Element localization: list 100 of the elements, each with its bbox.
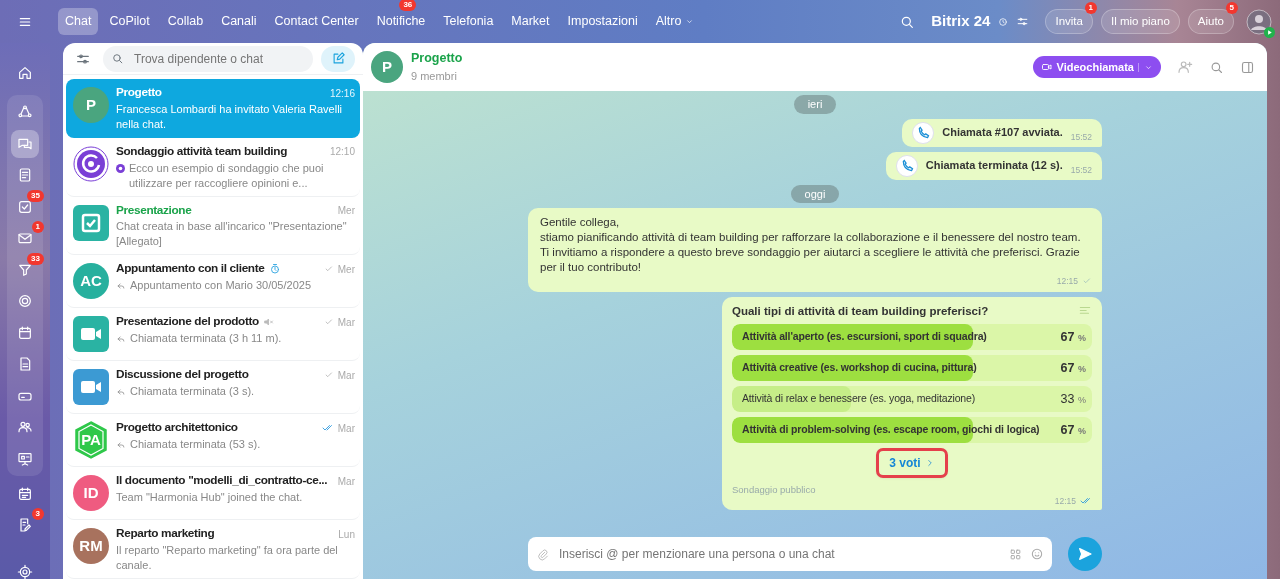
- date-separator: ieri: [793, 95, 837, 114]
- phone-icon: [912, 121, 935, 144]
- file-icon: [17, 356, 33, 372]
- message-text: Chiamata #107 avviata.: [942, 125, 1063, 141]
- chat-title: Presentazione del prodotto: [116, 313, 259, 331]
- nav-tab[interactable]: Canali: [214, 8, 264, 35]
- nav-tab[interactable]: CoPilot: [102, 8, 157, 35]
- chat-list-item[interactable]: AC Appuntamento con il cliente Mer Appuntamento con Mario 30/05/2025: [66, 255, 360, 309]
- chat-preview: Chiamata terminata (3 s).: [130, 384, 255, 399]
- message-text: Gentile collega,: [540, 215, 621, 230]
- message-text: Chiamata terminata (12 s).: [925, 158, 1063, 174]
- message-input[interactable]: Inserisci @ per menzionare una persona o una chat: [528, 537, 1052, 571]
- page-icon: [17, 167, 33, 183]
- nodes-icon: [17, 104, 33, 120]
- chat-preview: Chat creata in base all'incarico "Presentazione" [Allegato]: [116, 219, 348, 250]
- compose-icon: [330, 51, 346, 67]
- chat-time: Lun: [338, 527, 355, 542]
- search-input[interactable]: Trova dipendente o chat: [132, 45, 305, 72]
- chat-list-item[interactable]: Discussione del progetto Mar Chiamata terminata (3 s).: [66, 361, 360, 415]
- nav-tab[interactable]: Collab: [160, 8, 211, 35]
- count-badge: 1: [31, 221, 44, 233]
- message-text: stiamo pianificando attività di team building per rafforzare la collaborazione e il benessere del nostro team. Ti invitiamo a rispondere a questo breve sondaggio per aiutarci a scegliere le attività che preferisci. Grazie per il tuo contributo!: [540, 230, 1082, 275]
- count-badge: 35: [27, 189, 44, 202]
- chat-preview: Il reparto "Reparto marketing" fa ora parte del canale.: [116, 543, 339, 573]
- chat-title: Sondaggio attività team building: [116, 142, 287, 160]
- avatar: P: [371, 51, 403, 83]
- avatar: ID: [73, 475, 109, 512]
- chat-title: Il documento "modelli_di_contratto-ce...: [116, 472, 328, 490]
- message-input-field[interactable]: Inserisci @ per menzionare una persona o una chat: [557, 537, 1001, 571]
- chat-list-item[interactable]: PA Progetto architettonico Mar Chiamata terminata (53 s).: [66, 414, 360, 468]
- option-percent: 67 %: [1059, 328, 1087, 346]
- option-percent: 33 %: [1059, 390, 1087, 408]
- avatar-initials: PA: [81, 430, 101, 451]
- add-user-icon[interactable]: [1177, 59, 1193, 75]
- chat-title[interactable]: Progetto: [411, 49, 463, 69]
- option-label: Attività di relax e benessere (es. yoga, meditazione): [741, 391, 977, 407]
- sidebar-icon[interactable]: [1240, 59, 1255, 75]
- nav-tab[interactable]: Altro: [648, 8, 701, 35]
- chat-preview: Francesca Lombardi ha invitato Valeria Ravelli nella chat.: [116, 101, 343, 132]
- chat-list-item[interactable]: Sondaggio attività team building 12:10 Ecco un esempio di sondaggio che puoi utilizzare per raccogliere opinioni e...: [66, 137, 360, 197]
- calendar-icon: [17, 324, 33, 341]
- poll-type: Sondaggio pubblico: [732, 483, 816, 497]
- chat-list-item[interactable]: Presentazione Mer Chat creata in base all'incarico "Presentazione" [Allegato]: [66, 196, 360, 256]
- chat-list-item[interactable]: ID Il documento "modelli_di_contratto-ce... Mar Team "Harmonia Hub" joined the chat.: [66, 467, 360, 521]
- emoji-icon[interactable]: [1030, 547, 1044, 561]
- presentation-icon: [17, 450, 33, 467]
- message-time: 15:52: [1070, 163, 1092, 177]
- count-badge: 33: [27, 252, 44, 265]
- chat-preview: Team "Harmonia Hub" joined the chat.: [116, 490, 303, 505]
- message-time: 12:15: [1054, 494, 1076, 508]
- avatar: AC: [73, 263, 109, 300]
- search-field[interactable]: Trova dipendente o chat: [103, 45, 313, 72]
- chat-list-item[interactable]: RM Reparto marketing Lun Il reparto "Reparto marketing" fa ora parte del canale.: [66, 520, 360, 579]
- video-call-button[interactable]: Videochiamata: [1032, 55, 1161, 79]
- avatar: RM: [73, 528, 109, 565]
- chat-title: Progetto architettonico: [116, 419, 238, 437]
- avatar-icon[interactable]: [1246, 8, 1272, 35]
- schedule-icon: [17, 485, 33, 502]
- votes-link[interactable]: 3 voti: [879, 451, 945, 475]
- chat-title: Appuntamento con il cliente: [116, 260, 265, 278]
- date-separator: oggi: [790, 184, 840, 203]
- ring-icon: [17, 293, 33, 309]
- mail-icon: [17, 230, 33, 246]
- paperclip-icon: [536, 547, 549, 561]
- search-icon: [111, 52, 124, 66]
- message-time: 15:52: [1070, 130, 1092, 144]
- home-icon: [17, 65, 33, 81]
- chat-time: 12:16: [329, 86, 355, 101]
- camera-icon: [1040, 61, 1053, 73]
- member-count: 9 membri: [411, 69, 458, 85]
- chat-title: Presentazione: [116, 201, 192, 219]
- option-percent: 67 %: [1059, 359, 1087, 377]
- nav-tab[interactable]: Impostazioni: [560, 8, 645, 35]
- nav-tab[interactable]: Telefonia: [436, 8, 501, 35]
- nav-tab[interactable]: Market: [504, 8, 557, 35]
- chat-preview: Chiamata terminata (53 s).: [130, 437, 261, 452]
- nav-tab[interactable]: Contact Center: [267, 8, 366, 35]
- brand-logo[interactable]: Bitrix 24: [931, 10, 991, 33]
- poll-question: Quali tipi di attività di team building preferisci?: [732, 303, 989, 319]
- poll-option[interactable]: Attività di problem-solving (es. escape room, giochi di logica) 67 %: [732, 417, 1092, 443]
- send-button[interactable]: [1068, 537, 1102, 571]
- count-badge: 36: [399, 0, 417, 12]
- option-percent: 67 %: [1059, 421, 1087, 439]
- grid-icon[interactable]: [1009, 547, 1022, 561]
- people-icon: [17, 419, 33, 435]
- sidebar-item[interactable]: [11, 129, 39, 158]
- count-badge: 5: [1225, 1, 1238, 14]
- sliders-icon[interactable]: [1016, 15, 1030, 28]
- nav-tab[interactable]: Chat: [58, 8, 99, 35]
- poll-option[interactable]: Attività di relax e benessere (es. yoga, meditazione) 33 %: [732, 386, 1092, 412]
- task-icon: [17, 198, 33, 215]
- chat-time: Mar: [337, 315, 355, 330]
- new-chat-button[interactable]: [321, 45, 355, 72]
- chat-time: Mar: [337, 421, 355, 436]
- chat-list-item[interactable]: Presentazione del prodotto Mar Chiamata terminata (3 h 11 m).: [66, 308, 360, 362]
- chat-title: Discussione del progetto: [116, 366, 249, 384]
- chat-list-item[interactable]: P Progetto 12:16 Francesca Lombardi ha invitato Valeria Ravelli nella chat.: [66, 79, 360, 138]
- chat-preview: Chiamata terminata (3 h 11 m).: [130, 331, 282, 346]
- play-icon: [1264, 26, 1275, 38]
- header-button[interactable]: Il mio piano: [1100, 8, 1180, 35]
